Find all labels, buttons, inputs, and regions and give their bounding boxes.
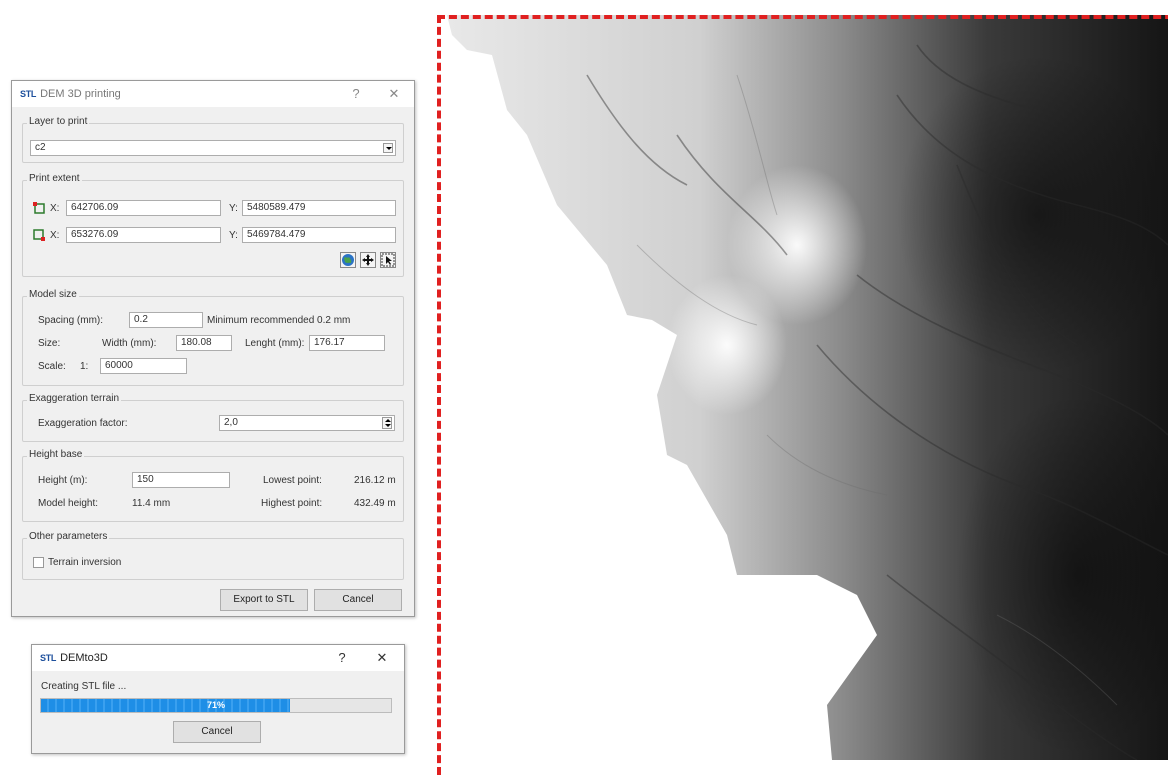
layer-group-title: Layer to print — [27, 116, 90, 127]
dem-3d-printing-dialog: STL DEM 3D printing ? ✕ Layer to print c… — [11, 80, 415, 617]
dialog-title: DEM 3D printing — [40, 88, 121, 100]
dialog-titlebar[interactable]: STL DEM 3D printing ? ✕ — [12, 81, 414, 107]
lowest-point-label: Lowest point: — [263, 475, 322, 486]
exaggeration-value: 2,0 — [224, 417, 238, 428]
highest-point-label: Highest point: — [261, 498, 323, 509]
progress-bar: 71% — [40, 698, 392, 713]
progress-help-button[interactable]: ? — [328, 649, 356, 667]
export-to-stl-button[interactable]: Export to STL — [220, 589, 308, 611]
layer-select-value: c2 — [35, 142, 46, 153]
dem-map-canvas[interactable] — [437, 15, 1168, 760]
exaggeration-group: Exaggeration terrain Exaggeration factor… — [22, 393, 404, 442]
highest-point-value: 432.49 m — [354, 498, 396, 509]
stl-logo-icon: STL — [40, 653, 57, 663]
globe-icon — [342, 254, 354, 266]
stl-logo-icon: STL — [20, 89, 37, 99]
width-input[interactable]: 180.08 — [176, 335, 232, 351]
min-recommended-text: Minimum recommended 0.2 mm — [207, 315, 351, 326]
other-parameters-group-title: Other parameters — [27, 531, 110, 542]
exaggeration-spinbox[interactable]: 2,0 — [219, 415, 395, 431]
help-button[interactable]: ? — [342, 85, 370, 103]
terrain-inversion-checkbox[interactable] — [33, 557, 44, 568]
height-base-group: Height base Height (m): 150 Lowest point… — [22, 449, 404, 522]
progress-cancel-button[interactable]: Cancel — [173, 721, 261, 743]
x2-label: X: — [50, 230, 60, 241]
scale-prefix: 1: — [80, 361, 89, 372]
length-label: Lenght (mm): — [245, 338, 305, 349]
move-icon — [362, 254, 374, 266]
cursor-select-icon — [381, 253, 395, 267]
x2-input[interactable]: 653276.09 — [66, 227, 221, 243]
scale-input[interactable]: 60000 — [100, 358, 187, 374]
lower-right-corner-icon — [33, 229, 45, 241]
height-input[interactable]: 150 — [132, 472, 230, 488]
model-height-value: 11.4 mm — [132, 498, 171, 509]
exaggeration-label: Exaggeration factor: — [38, 418, 128, 429]
spin-arrows-icon[interactable] — [382, 417, 392, 429]
dem-terrain-image — [447, 15, 1168, 760]
layer-select[interactable]: c2 — [30, 140, 396, 156]
x1-input[interactable]: 642706.09 — [66, 200, 221, 216]
close-button[interactable]: ✕ — [380, 85, 408, 103]
exaggeration-group-title: Exaggeration terrain — [27, 393, 122, 404]
y2-label: Y: — [229, 230, 238, 241]
print-extent-group: Print extent X: 642706.09 Y: 5480589.479… — [22, 173, 404, 277]
demto3d-progress-dialog: STL DEMto3D ? ✕ Creating STL file ... 71… — [31, 644, 405, 754]
y1-input[interactable]: 5480589.479 — [242, 200, 396, 216]
lowest-point-value: 216.12 m — [354, 475, 396, 486]
print-extent-group-title: Print extent — [27, 173, 82, 184]
pan-button[interactable] — [360, 252, 376, 268]
model-size-group-title: Model size — [27, 289, 79, 300]
progress-status: Creating STL file ... — [41, 681, 127, 692]
upper-left-corner-icon — [33, 202, 45, 214]
height-label: Height (m): — [38, 475, 88, 486]
cancel-button[interactable]: Cancel — [314, 589, 402, 611]
progress-percent: 71% — [206, 700, 225, 710]
y2-input[interactable]: 5469784.479 — [242, 227, 396, 243]
chevron-down-icon[interactable] — [383, 143, 393, 153]
spacing-input[interactable]: 0.2 — [129, 312, 203, 328]
x1-label: X: — [50, 203, 60, 214]
layer-group: Layer to print c2 — [22, 116, 404, 163]
y1-label: Y: — [229, 203, 238, 214]
size-label: Size: — [38, 338, 61, 349]
length-input[interactable]: 176.17 — [309, 335, 385, 351]
select-extent-button[interactable] — [380, 252, 396, 268]
model-size-group: Model size Spacing (mm): 0.2 Minimum rec… — [22, 289, 404, 386]
model-height-label: Model height: — [38, 498, 99, 509]
spacing-label: Spacing (mm): — [38, 315, 104, 326]
progress-close-button[interactable]: ✕ — [368, 649, 396, 667]
full-extent-button[interactable] — [340, 252, 356, 268]
height-base-group-title: Height base — [27, 449, 85, 460]
progress-titlebar[interactable]: STL DEMto3D ? ✕ — [32, 645, 404, 671]
other-parameters-group: Other parameters Terrain inversion — [22, 531, 404, 580]
terrain-inversion-label[interactable]: Terrain inversion — [48, 557, 121, 568]
progress-title: DEMto3D — [60, 652, 108, 664]
scale-label: Scale: — [38, 361, 66, 372]
width-label: Width (mm): — [102, 338, 157, 349]
